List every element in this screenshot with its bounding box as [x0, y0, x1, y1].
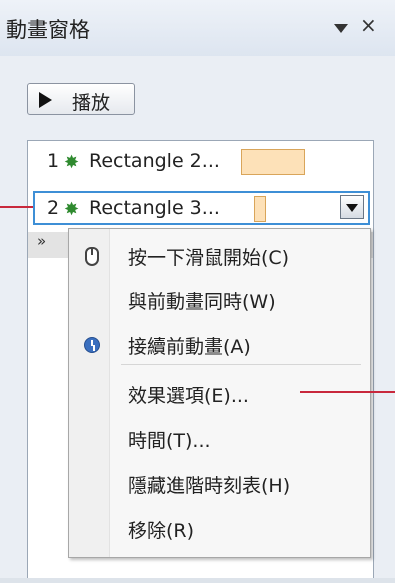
callout-line — [300, 391, 395, 393]
close-icon[interactable]: × — [360, 14, 377, 36]
menu-item-label: 按一下滑鼠開始(C) — [128, 247, 290, 269]
item-dropdown-button[interactable] — [340, 195, 364, 219]
play-icon — [39, 92, 52, 108]
chevron-down-icon — [346, 204, 358, 212]
menu-item-after-previous[interactable]: 接續前動畫(A) — [69, 326, 370, 366]
timing-bar[interactable] — [241, 149, 305, 175]
play-button-label: 播放 — [72, 92, 111, 114]
menu-item-label: 與前動畫同時(W) — [128, 291, 276, 313]
list-item-index: 2 — [47, 197, 60, 219]
menu-item-label: 移除(R) — [128, 520, 195, 542]
pane-titlebar: 動畫窗格 × — [0, 0, 395, 57]
play-button[interactable]: 播放 — [27, 83, 135, 115]
menu-item-label: 隱藏進階時刻表(H) — [128, 475, 291, 497]
animation-pane: 動畫窗格 × 播放 1 ✸ Rectangle 2... 2 ✸ Rectang… — [0, 0, 395, 583]
menu-item-label: 效果選項(E)... — [128, 385, 249, 407]
menu-item-hide-advanced-timeline[interactable]: 隱藏進階時刻表(H) — [69, 465, 370, 505]
star-effect-icon: ✸ — [64, 199, 80, 220]
list-item-name[interactable]: Rectangle 3... — [89, 197, 220, 219]
menu-item-remove[interactable]: 移除(R) — [69, 510, 370, 550]
context-menu: 按一下滑鼠開始(C) 與前動畫同時(W) 接續前動畫(A) 效果選項(E)...… — [68, 228, 371, 558]
menu-item-with-previous[interactable]: 與前動畫同時(W) — [69, 281, 370, 321]
double-chevron-down-icon[interactable]: » — [37, 232, 46, 250]
list-item-name[interactable]: Rectangle 2... — [89, 150, 220, 172]
list-item-index: 1 — [47, 150, 60, 172]
triangle-down-icon[interactable] — [334, 24, 348, 33]
menu-item-label: 接續前動畫(A) — [128, 336, 251, 358]
callout-line — [0, 206, 33, 208]
timing-bar[interactable] — [254, 196, 266, 222]
menu-separator — [121, 364, 361, 365]
star-effect-icon: ✸ — [64, 152, 80, 173]
clock-icon — [84, 337, 100, 353]
menu-item-effect-options[interactable]: 效果選項(E)... — [69, 375, 370, 415]
menu-item-start-on-click[interactable]: 按一下滑鼠開始(C) — [69, 237, 370, 277]
menu-item-label: 時間(T)... — [128, 430, 211, 452]
pane-bottom-edge — [0, 578, 395, 583]
pane-title: 動畫窗格 — [6, 18, 90, 42]
mouse-icon — [85, 247, 99, 266]
menu-item-timing[interactable]: 時間(T)... — [69, 420, 370, 460]
